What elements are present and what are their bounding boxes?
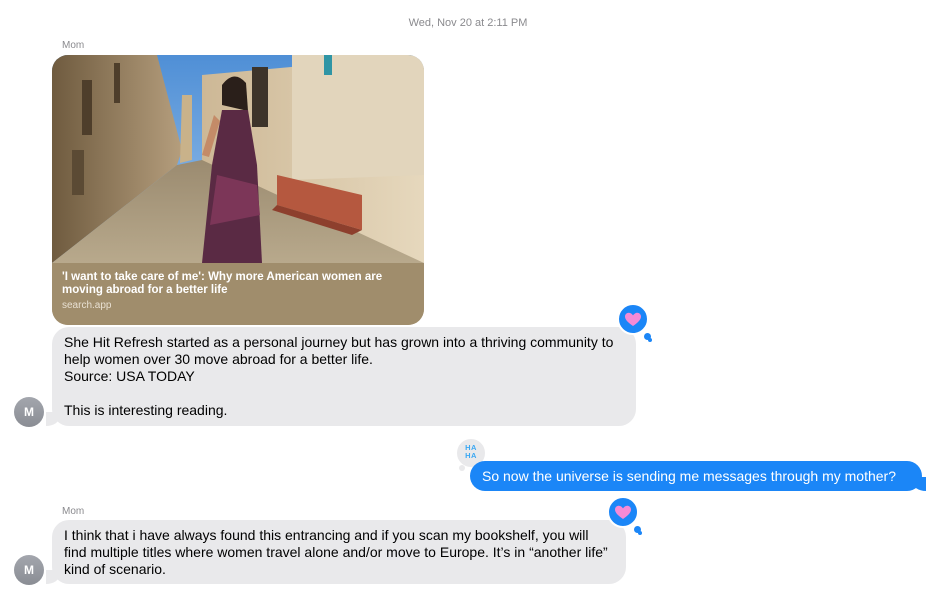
heart-icon-glyph: [625, 312, 641, 326]
tapback-dot-small: [638, 531, 642, 535]
heart-icon[interactable]: [607, 496, 639, 528]
link-preview-card[interactable]: 'I want to take care of me': Why more Am…: [52, 55, 424, 325]
heart-icon-glyph: [615, 505, 631, 519]
avatar[interactable]: M: [14, 555, 44, 585]
bubble-tail: [46, 412, 60, 426]
message-text: So now the universe is sending me messag…: [482, 468, 896, 484]
tapback-dot-small: [648, 338, 652, 342]
message-text: I think that i have always found this en…: [64, 527, 608, 577]
link-preview-domain: search.app: [62, 300, 112, 311]
outgoing-message-bubble[interactable]: So now the universe is sending me messag…: [470, 461, 922, 491]
link-preview-image: [52, 55, 424, 263]
bubble-tail: [46, 570, 60, 584]
incoming-message-bubble[interactable]: I think that i have always found this en…: [52, 520, 626, 584]
heart-icon[interactable]: [617, 303, 649, 335]
sender-name: Mom: [62, 506, 85, 517]
conversation-timestamp: Wed, Nov 20 at 2:11 PM: [408, 17, 528, 29]
haha-label-bottom: HA: [465, 451, 477, 460]
link-preview-info: 'I want to take care of me': Why more Am…: [52, 263, 424, 325]
message-text: She Hit Refresh started as a personal jo…: [64, 334, 614, 418]
incoming-message-bubble[interactable]: She Hit Refresh started as a personal jo…: [52, 327, 636, 426]
avatar[interactable]: M: [14, 397, 44, 427]
tapback-dot: [459, 465, 465, 471]
link-preview-title: 'I want to take care of me': Why more Am…: [62, 271, 383, 296]
sender-name: Mom: [62, 40, 85, 51]
